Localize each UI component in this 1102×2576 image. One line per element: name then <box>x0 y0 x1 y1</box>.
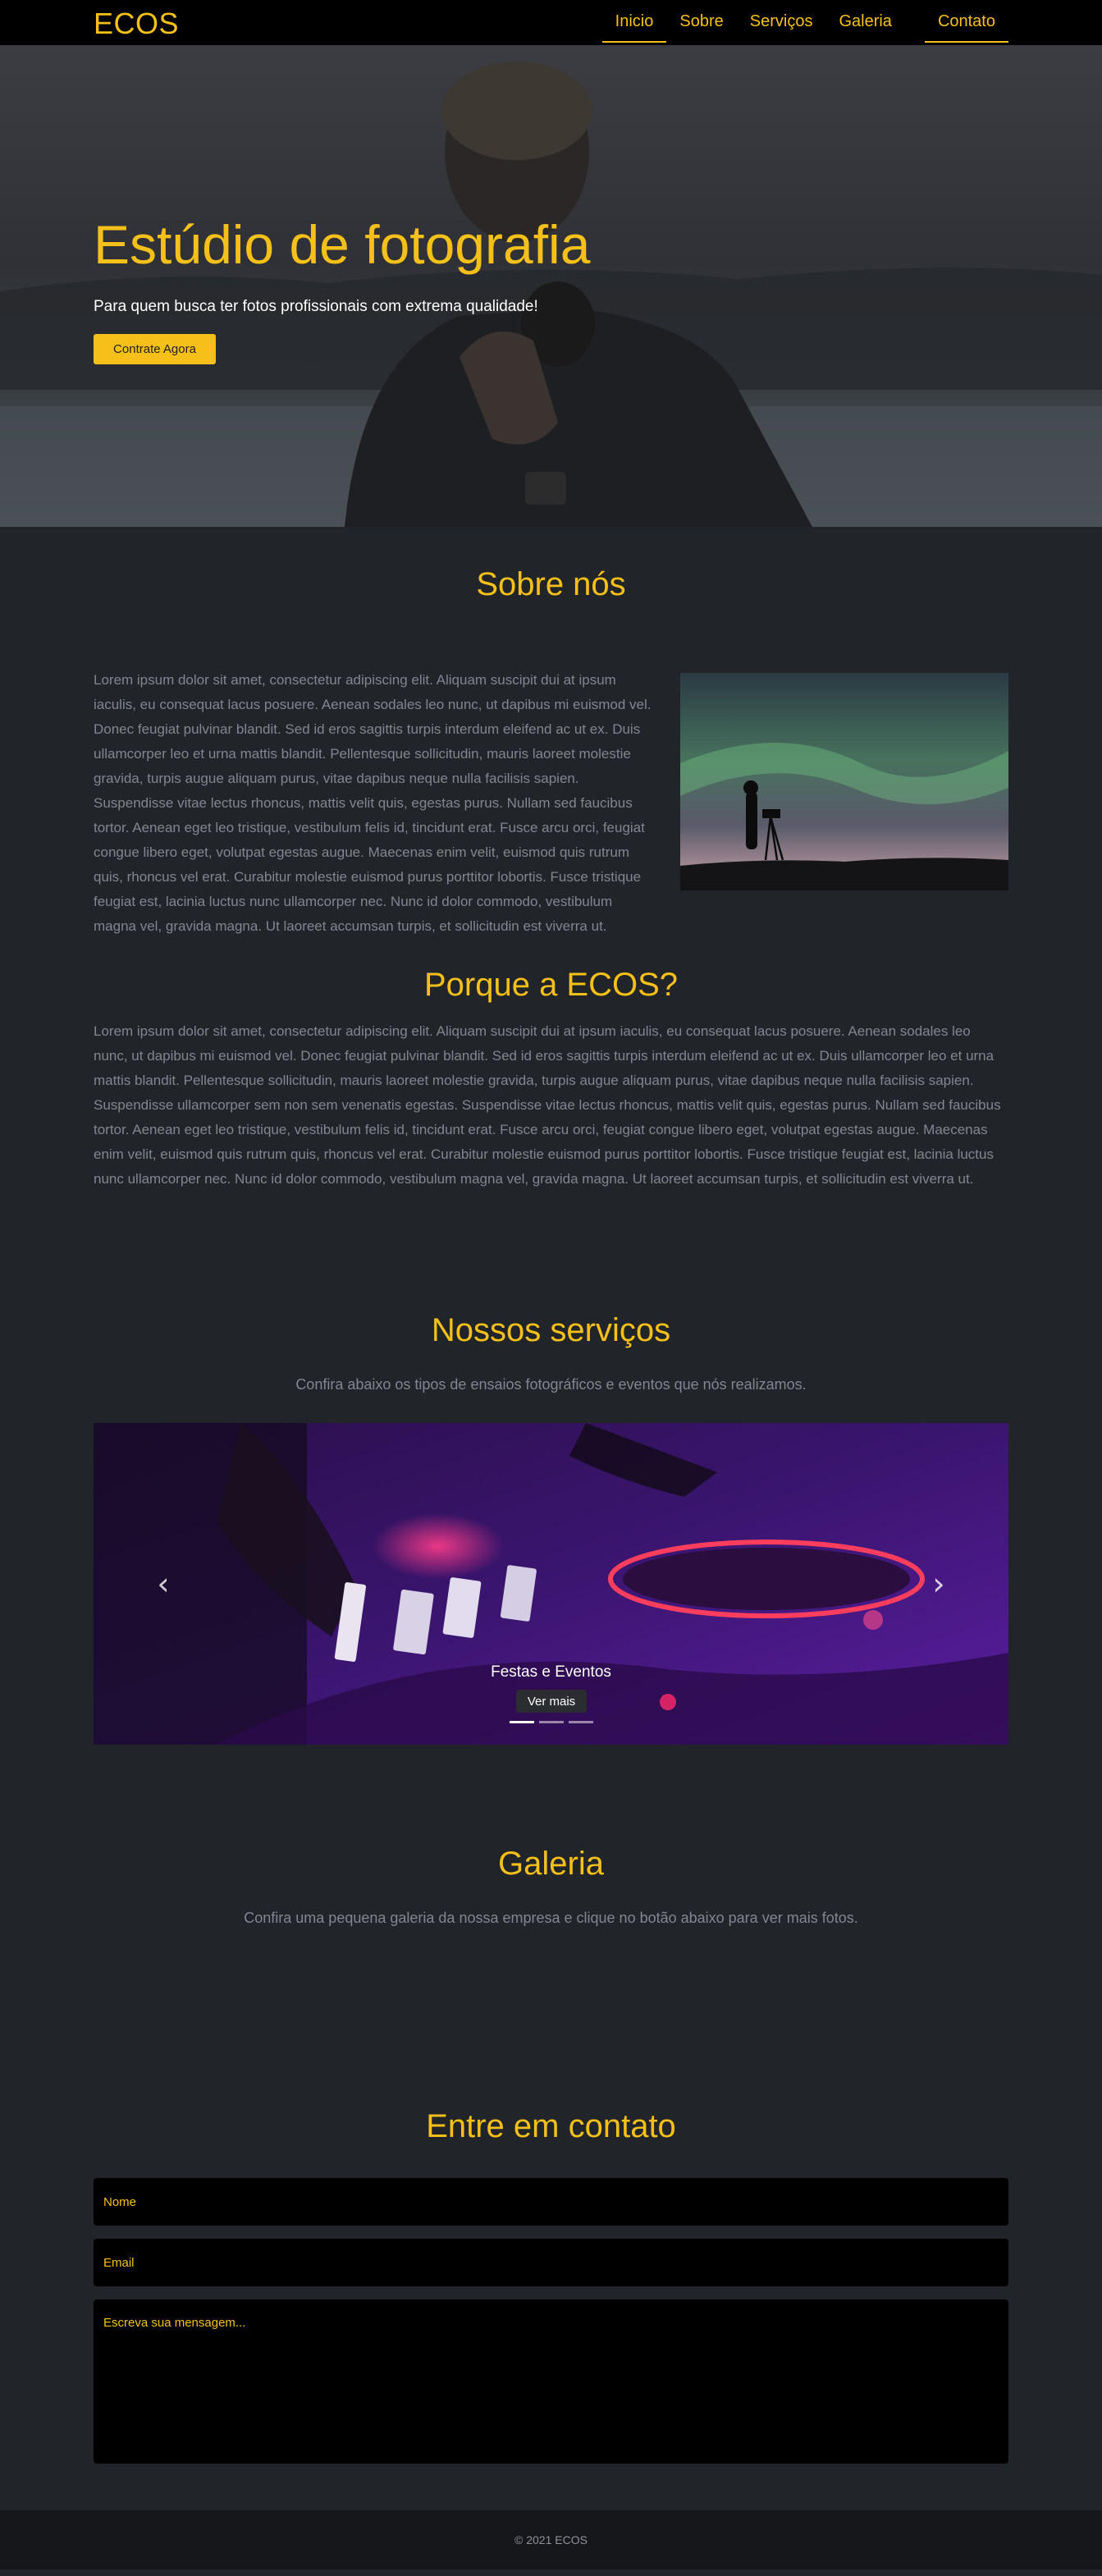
nav-menu: Inicio Sobre Serviços Galeria Contato <box>601 0 1009 45</box>
footer-copyright: © 2021 ECOS <box>514 2533 588 2546</box>
nav-item-galeria[interactable]: Galeria <box>825 0 904 43</box>
carousel-indicator-2[interactable] <box>538 1721 564 1723</box>
navbar: ECOS Inicio Sobre Serviços Galeria Conta… <box>0 0 1102 45</box>
message-field[interactable] <box>94 2299 1008 2464</box>
carousel-indicators <box>94 1721 1008 1723</box>
ver-mais-button[interactable]: Ver mais <box>516 1690 587 1713</box>
hero-background-photographer <box>0 45 1102 527</box>
nav-item-inicio[interactable]: Inicio <box>601 0 667 43</box>
porque-section: Porque a ECOS? Lorem ipsum dolor sit ame… <box>0 945 1102 1312</box>
galeria-subtitle: Confira uma pequena galeria da nossa emp… <box>244 1910 858 1926</box>
sobre-text-block: Lorem ipsum dolor sit amet, consectetur … <box>94 668 1008 939</box>
hero-title: Estúdio de fotografia <box>94 214 591 275</box>
slide-caption: Festas e Eventos <box>491 1663 611 1681</box>
nav-item-servicos[interactable]: Serviços <box>737 0 826 43</box>
footer: © 2021 ECOS <box>0 2510 1102 2569</box>
nav-item-sobre[interactable]: Sobre <box>666 0 736 43</box>
porque-paragraph: Lorem ipsum dolor sit amet, consectetur … <box>94 1023 1001 1187</box>
sobre-section: Sobre nós Lorem ipsum dolor sit amet, co… <box>0 527 1102 945</box>
contrate-agora-button[interactable]: Contrate Agora <box>94 334 216 364</box>
carousel-indicator-3[interactable] <box>568 1721 593 1723</box>
aurora-photographer-image <box>680 673 1008 890</box>
porque-title: Porque a ECOS? <box>423 967 679 1003</box>
sobre-title: Sobre nós <box>476 566 626 602</box>
name-field[interactable] <box>94 2178 1008 2226</box>
nav-item-contato[interactable]: Contato <box>924 0 1009 43</box>
chevron-left-icon[interactable]: ‹ <box>151 1568 176 1599</box>
galeria-section: Galeria Confira uma pequena galeria da n… <box>0 1846 1102 2108</box>
chevron-right-icon[interactable]: › <box>926 1568 951 1599</box>
brand-logo[interactable]: ECOS <box>94 7 179 41</box>
sobre-paragraph: Lorem ipsum dolor sit amet, consectetur … <box>94 672 652 934</box>
services-carousel[interactable]: ‹ › Festas e Eventos Ver mais <box>94 1423 1008 1745</box>
servicos-title: Nossos serviços <box>431 1312 671 1348</box>
contato-title: Entre em contato <box>426 2108 676 2144</box>
hero-subtitle: Para quem busca ter fotos profissionais … <box>94 298 538 315</box>
galeria-title: Galeria <box>498 1846 604 1882</box>
contato-section: Entre em contato <box>0 2108 1102 2510</box>
carousel-indicator-1[interactable] <box>509 1721 534 1723</box>
servicos-section: Nossos serviços Confira abaixo os tipos … <box>0 1312 1102 1846</box>
servicos-subtitle: Confira abaixo os tipos de ensaios fotog… <box>295 1376 807 1393</box>
hero-section: Estúdio de fotografia Para quem busca te… <box>0 45 1102 527</box>
email-field[interactable] <box>94 2239 1008 2286</box>
